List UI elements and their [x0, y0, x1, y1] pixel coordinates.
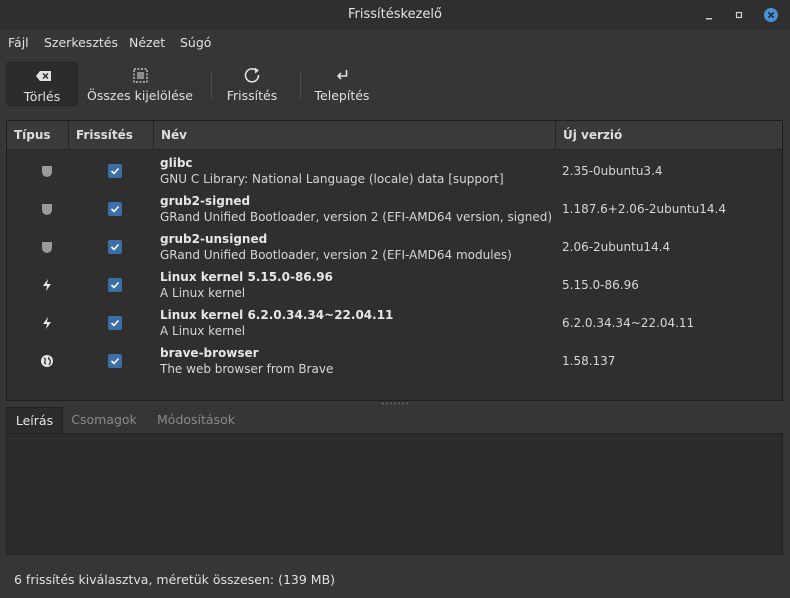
globe-icon: [40, 354, 54, 368]
menu-bar: Fájl Szerkesztés Nézet Súgó: [0, 32, 790, 54]
update-list[interactable]: Típus Frissítés Név Új verzió glibc GNU …: [6, 120, 783, 401]
column-new-version[interactable]: Új verzió: [556, 121, 782, 150]
package-name: Linux kernel 5.15.0-86.96: [160, 270, 333, 284]
shield-icon: [40, 202, 54, 216]
status-text: 6 frissítés kiválasztva, méretük összese…: [14, 572, 336, 587]
menu-help[interactable]: Súgó: [180, 32, 211, 54]
package-description: GRand Unified Bootloader, version 2 (EFI…: [160, 210, 553, 224]
select-all-label: Összes kijelölése: [87, 88, 193, 103]
window-title: Frissítéskezelő: [348, 7, 442, 22]
update-checkbox[interactable]: [108, 202, 122, 216]
lightning-icon: [40, 316, 54, 330]
list-header: Típus Frissítés Név Új verzió: [7, 121, 782, 150]
package-cell: grub2-signed GRand Unified Bootloader, v…: [160, 194, 552, 226]
column-update[interactable]: Frissítés: [69, 121, 154, 150]
tab-description[interactable]: Leírás: [6, 407, 63, 433]
close-icon[interactable]: [762, 6, 780, 24]
package-description: A Linux kernel: [160, 324, 246, 338]
toolbar-separator: [211, 72, 212, 98]
refresh-label: Frissítés: [226, 88, 278, 103]
package-name: grub2-unsigned: [160, 232, 268, 246]
clear-label: Törlés: [23, 89, 61, 104]
update-row[interactable]: grub2-signed GRand Unified Bootloader, v…: [7, 190, 782, 228]
install-button[interactable]: Telepítés: [310, 62, 374, 106]
column-name[interactable]: Név: [154, 121, 556, 150]
package-cell: Linux kernel 6.2.0.34.34~22.04.11 A Linu…: [160, 308, 393, 340]
refresh-button[interactable]: Frissítés: [222, 62, 282, 106]
update-checkbox[interactable]: [108, 164, 122, 178]
column-type[interactable]: Típus: [7, 121, 69, 150]
package-version: 5.15.0-86.96: [562, 278, 639, 292]
tab-changes[interactable]: Módosítások: [146, 407, 246, 433]
package-version: 1.58.137: [562, 354, 616, 368]
update-row[interactable]: Linux kernel 6.2.0.34.34~22.04.11 A Linu…: [7, 304, 782, 342]
update-row[interactable]: grub2-unsigned GRand Unified Bootloader,…: [7, 228, 782, 266]
update-row[interactable]: Linux kernel 5.15.0-86.96 A Linux kernel…: [7, 266, 782, 304]
toolbar: Törlés Összes kijelölése Frissítés Telep…: [0, 58, 790, 108]
update-row[interactable]: brave-browser The web browser from Brave…: [7, 342, 782, 380]
select-all-button[interactable]: Összes kijelölése: [84, 62, 196, 106]
menu-view[interactable]: Nézet: [129, 32, 165, 54]
package-version: 6.2.0.34.34~22.04.11: [562, 316, 695, 330]
package-description: The web browser from Brave: [160, 362, 334, 376]
menu-file[interactable]: Fájl: [8, 32, 29, 54]
package-cell: Linux kernel 5.15.0-86.96 A Linux kernel: [160, 270, 333, 302]
package-cell: grub2-unsigned GRand Unified Bootloader,…: [160, 232, 512, 264]
package-description: GNU C Library: National Language (locale…: [160, 172, 504, 186]
package-version: 2.06-2ubuntu14.4: [562, 240, 671, 254]
maximize-icon[interactable]: [730, 6, 748, 24]
enter-icon: [310, 66, 374, 84]
details-tabs: Leírás Csomagok Módosítások: [6, 407, 783, 433]
title-bar: Frissítéskezelő: [0, 0, 790, 30]
package-version: 2.35-0ubuntu3.4: [562, 164, 663, 178]
package-version: 1.187.6+2.06-2ubuntu14.4: [562, 202, 727, 216]
package-cell: brave-browser The web browser from Brave: [160, 346, 333, 378]
package-name: brave-browser: [160, 346, 259, 360]
menu-edit[interactable]: Szerkesztés: [44, 32, 118, 54]
shield-icon: [40, 240, 54, 254]
install-label: Telepítés: [314, 88, 370, 103]
package-description: A Linux kernel: [160, 286, 246, 300]
package-name: Linux kernel 6.2.0.34.34~22.04.11: [160, 308, 394, 322]
update-checkbox[interactable]: [108, 278, 122, 292]
package-description: GRand Unified Bootloader, version 2 (EFI…: [160, 248, 512, 262]
pane-resize-handle[interactable]: [381, 402, 409, 405]
update-row[interactable]: glibc GNU C Library: National Language (…: [7, 152, 782, 190]
refresh-icon: [222, 66, 282, 84]
minimize-icon[interactable]: [700, 6, 718, 24]
package-name: glibc: [160, 156, 193, 170]
select-all-icon: [84, 66, 196, 84]
backspace-icon: [7, 67, 77, 85]
shield-icon: [40, 164, 54, 178]
clear-button[interactable]: Törlés: [6, 62, 78, 106]
toolbar-separator: [300, 72, 301, 98]
tab-packages[interactable]: Csomagok: [64, 407, 144, 433]
package-name: grub2-signed: [160, 194, 251, 208]
update-checkbox[interactable]: [108, 240, 122, 254]
lightning-icon: [40, 278, 54, 292]
update-checkbox[interactable]: [108, 354, 122, 368]
description-panel: [6, 433, 783, 555]
update-checkbox[interactable]: [108, 316, 122, 330]
package-cell: glibc GNU C Library: National Language (…: [160, 156, 504, 188]
